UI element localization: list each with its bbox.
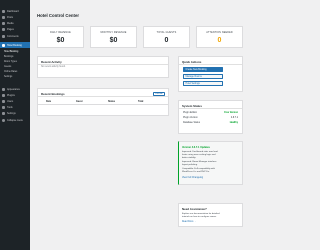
media-icon bbox=[2, 21, 5, 25]
stat-value: $0 bbox=[109, 37, 118, 44]
sidebar-item-hotel-booking[interactable]: Hotel Booking bbox=[0, 42, 30, 48]
page-icon bbox=[2, 27, 5, 31]
admin-sidebar: Dashboard Posts Media Pages Comments Hot… bbox=[0, 0, 30, 250]
system-status-card: System Status Plugin Edition Free Versio… bbox=[178, 100, 243, 134]
settings-icon bbox=[2, 111, 5, 115]
status-row-version: Plugin Version 4.6.7.1 bbox=[183, 117, 238, 119]
update-notice-title: Version 4.6.7.1 Updates bbox=[182, 146, 210, 149]
update-line: WordPress 6.x and PHP 8.x. bbox=[182, 171, 210, 173]
view-changelog-link[interactable]: View Full Changelog bbox=[182, 177, 203, 179]
submenu-settings[interactable]: Settings bbox=[4, 76, 12, 79]
update-line: layout polishing. bbox=[182, 164, 198, 166]
stat-card-daily-revenue: DAILY REVENUE $0 bbox=[37, 26, 84, 48]
stat-card-attention-needed: ATTENTION NEEDED 0 bbox=[196, 26, 243, 48]
empty-activity-text: No recent activity found. bbox=[41, 66, 66, 68]
sidebar-item-pages[interactable]: Pages bbox=[0, 26, 30, 32]
update-notice-card: Version 4.6.7.1 Updates Improved: Dashbo… bbox=[178, 141, 243, 185]
recent-activity-card: Recent Activity No recent activity found… bbox=[37, 56, 169, 78]
stat-value: $0 bbox=[56, 37, 65, 44]
recent-bookings-title: Recent Bookings bbox=[41, 91, 65, 96]
column-header: Status bbox=[108, 100, 116, 103]
create-new-booking-button[interactable]: Create New Booking bbox=[183, 67, 223, 72]
wrench-icon bbox=[2, 105, 5, 109]
hotel-icon bbox=[2, 43, 5, 47]
need-assistance-title: Need Assistance? bbox=[182, 207, 207, 211]
plugin-icon bbox=[2, 93, 5, 97]
system-status-title: System Status bbox=[182, 103, 202, 108]
recent-activity-title: Recent Activity bbox=[41, 59, 62, 64]
recent-bookings-card: Recent Bookings View All Date Guest Stat… bbox=[37, 88, 169, 116]
sidebar-collapse-menu[interactable]: Collapse menu bbox=[0, 117, 30, 123]
stat-card-monthly-revenue: MONTHLY REVENUE $0 bbox=[90, 26, 137, 48]
manage-rooms-button[interactable]: Manage Rooms bbox=[183, 74, 223, 79]
stat-label: MONTHLY REVENUE bbox=[100, 31, 127, 34]
submenu-hotel-booking[interactable]: Hotel Booking bbox=[4, 51, 18, 54]
quick-actions-title: Quick Actions bbox=[182, 59, 202, 64]
submenu-room-types[interactable]: Room Types bbox=[4, 61, 17, 64]
pin-icon bbox=[2, 15, 5, 19]
update-line: better stability. bbox=[182, 157, 196, 159]
column-header: Guest bbox=[76, 100, 83, 103]
submenu-guests[interactable]: Guests bbox=[4, 66, 11, 69]
column-header: Date bbox=[46, 100, 51, 103]
stat-value: 0 bbox=[217, 37, 222, 44]
quick-actions-card: Quick Actions Create New Booking Manage … bbox=[178, 56, 243, 92]
page-title: Hotel Control Center bbox=[37, 13, 80, 18]
read-docs-link[interactable]: Read Docs → bbox=[182, 221, 196, 223]
stat-label: DAILY REVENUE bbox=[50, 31, 71, 34]
stat-value: 0 bbox=[164, 37, 169, 44]
stat-label: ATTENTION NEEDED bbox=[206, 31, 233, 34]
status-row-database: Database Status Healthy bbox=[183, 122, 238, 124]
dashboard-icon bbox=[2, 9, 5, 13]
status-row-edition: Plugin Edition Free Version bbox=[183, 112, 238, 114]
stat-card-total-guests: TOTAL GUESTS 0 bbox=[143, 26, 190, 48]
collapse-icon bbox=[2, 118, 5, 122]
comment-icon bbox=[2, 34, 5, 38]
hotel-settings-button[interactable]: Hotel Settings bbox=[183, 81, 223, 86]
stat-label: TOTAL GUESTS bbox=[156, 31, 177, 34]
submenu-online-rates[interactable]: Online Rates bbox=[4, 71, 17, 74]
bookings-table-header: Date Guest Status Total bbox=[38, 99, 168, 105]
column-header: Total bbox=[138, 100, 144, 103]
brush-icon bbox=[2, 87, 5, 91]
sidebar-item-settings[interactable]: Settings bbox=[0, 110, 30, 116]
need-assistance-card: Need Assistance? Explore our documentati… bbox=[178, 203, 243, 227]
assistance-text: tutorials on how to configure rooms. bbox=[182, 216, 217, 218]
sidebar-item-comments[interactable]: Comments bbox=[0, 33, 30, 39]
user-icon bbox=[2, 99, 5, 103]
submenu-bookings[interactable]: Bookings bbox=[4, 56, 13, 59]
